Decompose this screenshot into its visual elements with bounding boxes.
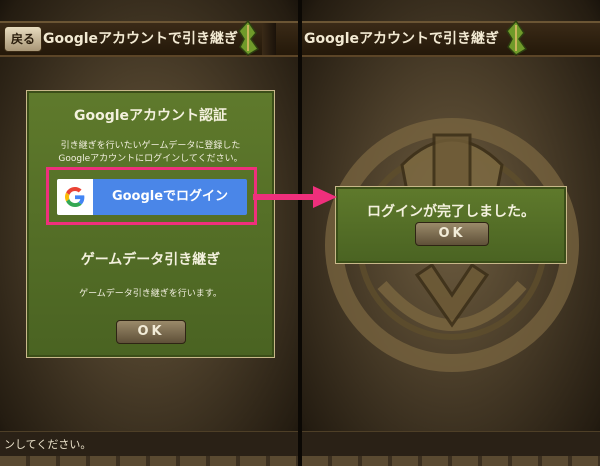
section-heading: ゲームデータ引き継ぎ	[80, 252, 221, 268]
dialog-description-line2: Googleアカウントにログインしてください。	[58, 154, 243, 164]
section-text: ゲームデータ引き継ぎを行います。	[79, 289, 222, 299]
left-screen: 戻る Googleアカウントで引き継ぎ Googleアカウント認証 引き継ぎを行…	[0, 0, 298, 466]
google-auth-dialog: Googleアカウント認証 引き継ぎを行いたいゲームデータに登録した Googl…	[26, 90, 275, 358]
bottom-strip	[302, 456, 600, 466]
page-title: Googleアカウントで引き継ぎ	[43, 31, 239, 47]
google-login-label: Googleでログイン	[111, 189, 229, 204]
login-complete-dialog: ログインが完了しました。 OK	[335, 186, 567, 264]
leaf-emblem-icon	[238, 19, 260, 56]
right-screen: Googleアカウントで引き継ぎ ログインが完了しました。 OK	[302, 0, 600, 466]
title-bar-end	[262, 23, 276, 55]
ok-button[interactable]: OK	[116, 320, 186, 344]
dialog-description-line1: 引き継ぎを行いたいゲームデータに登録した	[60, 141, 241, 151]
ok-button[interactable]: OK	[415, 222, 489, 246]
google-g-icon	[57, 179, 93, 215]
footer-text: ンしてください。	[4, 438, 92, 451]
title-bar: Googleアカウントで引き継ぎ	[302, 19, 600, 57]
dialog-message: ログインが完了しました。	[367, 204, 535, 220]
leaf-emblem-icon	[506, 19, 528, 56]
page-title: Googleアカウントで引き継ぎ	[304, 31, 500, 47]
arrow-right-icon	[253, 186, 337, 208]
title-bar: 戻る Googleアカウントで引き継ぎ	[0, 19, 298, 57]
dialog-heading: Googleアカウント認証	[73, 108, 228, 124]
bottom-strip	[0, 456, 298, 466]
footer-message-bar	[302, 431, 600, 456]
footer-message-bar: ンしてください。	[0, 431, 298, 456]
back-button[interactable]: 戻る	[4, 26, 42, 52]
google-login-button[interactable]: Googleでログイン	[57, 179, 247, 215]
